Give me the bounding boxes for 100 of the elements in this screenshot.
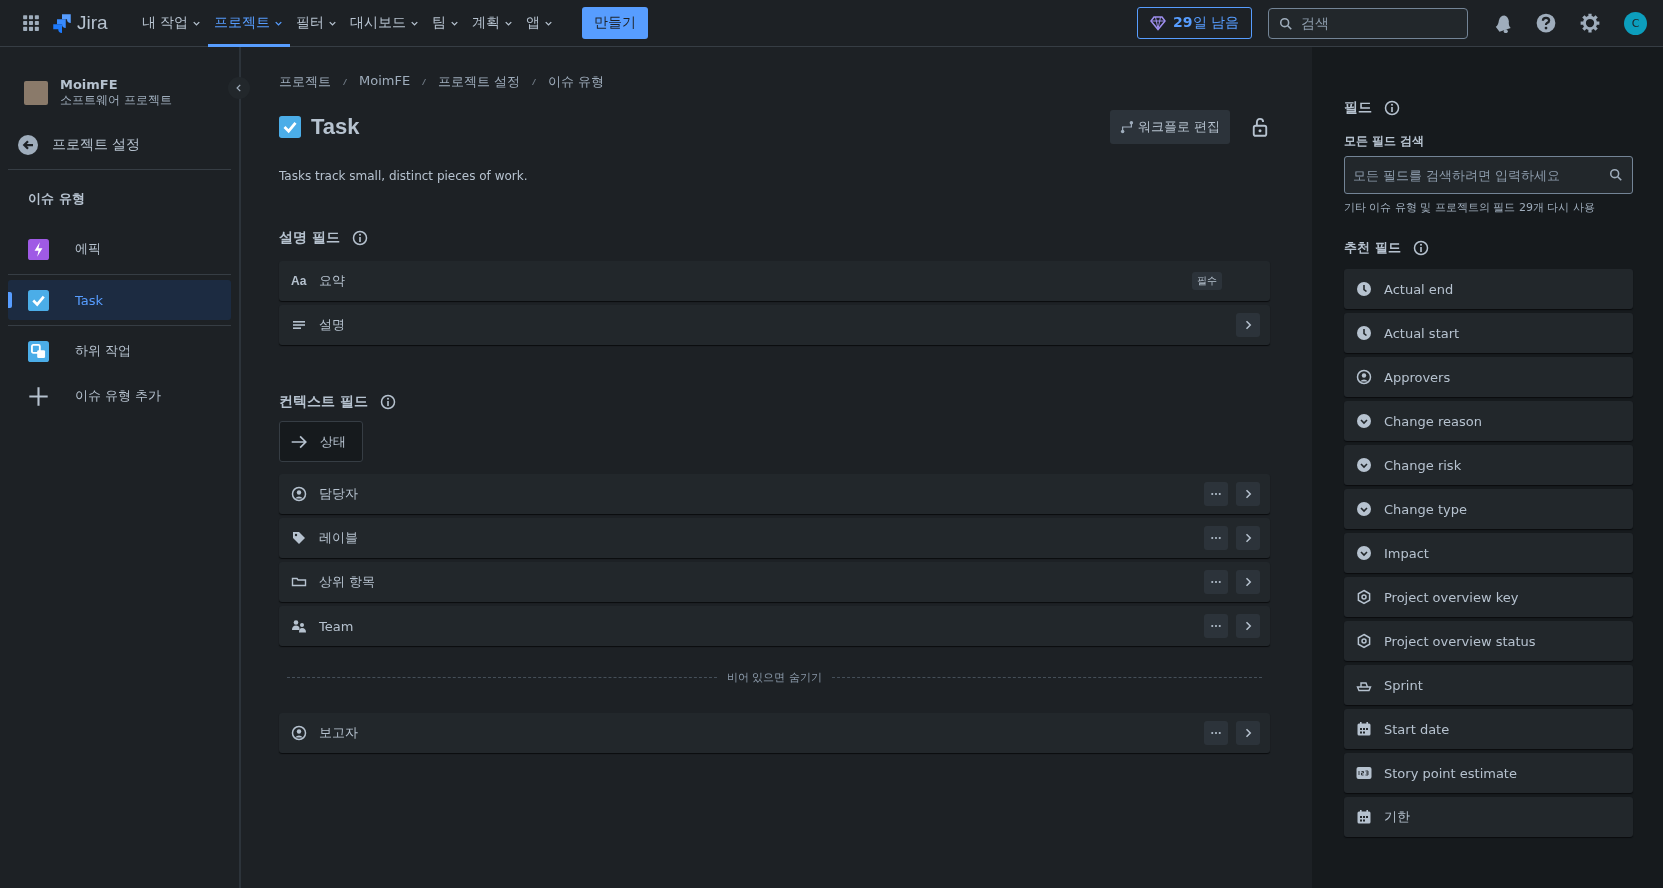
- nav-menu[interactable]: 내 작업: [135, 0, 209, 47]
- search-icon: [1609, 168, 1623, 182]
- suggested-field[interactable]: Start date: [1344, 709, 1633, 749]
- expand-button[interactable]: [1236, 570, 1260, 594]
- nav-menu[interactable]: 앱: [520, 0, 561, 47]
- project-name: MoimFE: [60, 77, 119, 92]
- suggested-field[interactable]: Actual end: [1344, 269, 1633, 309]
- section-heading: 추천 필드: [1344, 239, 1401, 257]
- field-search-input[interactable]: 모든 필드를 검색하려면 입력하세요: [1344, 156, 1633, 194]
- suggested-field[interactable]: Project overview status: [1344, 621, 1633, 661]
- status-chip[interactable]: 상태: [279, 421, 363, 462]
- nav-menu[interactable]: 프로젝트: [208, 0, 291, 47]
- project-type: 소프트웨어 프로젝트: [60, 92, 172, 109]
- page-title: Task: [311, 114, 360, 140]
- workflow-icon: [1119, 120, 1134, 134]
- suggested-field[interactable]: Change reason: [1344, 401, 1633, 441]
- info-icon[interactable]: [1412, 240, 1429, 256]
- chevron-left-icon: [234, 83, 244, 93]
- calendar-icon: [1356, 721, 1372, 737]
- suggested-field[interactable]: Approvers: [1344, 357, 1633, 397]
- jira-logo-icon: [52, 13, 72, 33]
- field-label: 설명: [319, 316, 345, 334]
- breadcrumb-link[interactable]: 이슈 유형: [548, 73, 605, 91]
- search-icon: [1279, 16, 1293, 31]
- breadcrumb-link[interactable]: 프로젝트: [279, 73, 331, 91]
- task-icon: [28, 289, 49, 311]
- suggested-field[interactable]: Story point estimate: [1344, 753, 1633, 793]
- field-row[interactable]: 설명: [279, 305, 1270, 345]
- field-label: Team: [319, 618, 354, 634]
- section-title: 이슈 유형: [27, 190, 86, 208]
- issue-type-item[interactable]: 하위 작업: [8, 331, 231, 371]
- field-row[interactable]: Aa 요약 필수: [279, 261, 1270, 301]
- field-row[interactable]: 레이블: [279, 518, 1270, 558]
- suggested-field[interactable]: 기한: [1344, 797, 1633, 837]
- suggested-field[interactable]: Impact: [1344, 533, 1633, 573]
- suggested-field[interactable]: Change risk: [1344, 445, 1633, 485]
- issue-type-item[interactable]: 이슈 유형 추가: [8, 376, 231, 416]
- expand-button[interactable]: [1236, 614, 1260, 638]
- edit-workflow-button[interactable]: 워크플로 편집: [1109, 110, 1230, 144]
- team-icon: [291, 618, 307, 634]
- settings-icon[interactable]: [1580, 13, 1600, 33]
- person-icon: [1356, 369, 1372, 385]
- collapse-button[interactable]: [228, 77, 250, 99]
- breadcrumb-link[interactable]: MoimFE: [359, 73, 411, 91]
- section-heading: 필드: [1344, 99, 1372, 117]
- field-row[interactable]: 상위 항목: [279, 562, 1270, 602]
- gem-icon: [1150, 15, 1167, 31]
- field-label: 보고자: [319, 724, 358, 742]
- expand-button[interactable]: [1236, 721, 1260, 745]
- expand-button[interactable]: [1236, 526, 1260, 550]
- breadcrumb-link[interactable]: 프로젝트 설정: [438, 73, 521, 91]
- nav-menu[interactable]: 계획: [466, 0, 521, 47]
- suggested-field[interactable]: Project overview key: [1344, 577, 1633, 617]
- field-row[interactable]: 보고자: [279, 713, 1270, 753]
- issue-type-item[interactable]: 에픽: [8, 229, 231, 269]
- help-text: 기타 이슈 유형 및 프로젝트의 필드 29개 다시 사용: [1344, 200, 1596, 215]
- info-icon[interactable]: [379, 394, 396, 410]
- field-label: 요약: [319, 272, 345, 290]
- trial-button[interactable]: 29일 남음: [1137, 7, 1252, 39]
- nav-menu[interactable]: 팀: [426, 0, 467, 47]
- section-heading: 컨텍스트 필드: [279, 393, 368, 411]
- required-badge: 필수: [1192, 272, 1222, 290]
- create-button[interactable]: 만들기: [582, 7, 649, 39]
- divider-label: 비어 있으면 숨기기: [727, 670, 822, 685]
- clock-icon: [1356, 325, 1372, 341]
- avatar[interactable]: C: [1624, 11, 1647, 35]
- search-label: 모든 필드 검색: [1344, 133, 1426, 150]
- app-grid-icon[interactable]: [22, 14, 40, 32]
- chevron-circle-icon: [1356, 501, 1372, 517]
- plus-icon: [28, 385, 49, 407]
- suggested-field[interactable]: Actual start: [1344, 313, 1633, 353]
- field-label: 상위 항목: [319, 573, 376, 591]
- back-link[interactable]: 프로젝트 설정: [8, 109, 231, 169]
- jira-logo[interactable]: Jira: [52, 12, 108, 34]
- description-text: Tasks track small, distinct pieces of work.: [279, 169, 529, 183]
- nav-menu[interactable]: 필터: [290, 0, 345, 47]
- task-icon: [279, 116, 301, 138]
- suggested-field[interactable]: Sprint: [1344, 665, 1633, 705]
- field-label: 레이블: [319, 529, 358, 547]
- number-field-icon: [1356, 765, 1372, 781]
- info-icon[interactable]: [1384, 100, 1400, 116]
- nav-menu[interactable]: 대시보드: [344, 0, 427, 47]
- suggested-field[interactable]: Change type: [1344, 489, 1633, 529]
- tag-icon: [291, 530, 307, 546]
- chevron-circle-icon: [1356, 545, 1372, 561]
- text-field-icon: Aa: [291, 274, 307, 288]
- unlock-icon[interactable]: [1250, 117, 1270, 137]
- issue-type-item[interactable]: Task: [8, 280, 231, 320]
- search-field[interactable]: 검색: [1268, 7, 1468, 39]
- project-avatar: [24, 81, 48, 105]
- hexagon-icon: [1356, 633, 1372, 649]
- chevron-circle-icon: [1356, 457, 1372, 473]
- help-icon[interactable]: [1536, 13, 1556, 33]
- chevron-circle-icon: [1356, 413, 1372, 429]
- field-row[interactable]: 담당자: [279, 474, 1270, 514]
- field-row[interactable]: Team: [279, 606, 1270, 646]
- expand-button[interactable]: [1236, 313, 1260, 337]
- info-icon[interactable]: [351, 230, 368, 246]
- expand-button[interactable]: [1236, 482, 1260, 506]
- section-heading: 설명 필드: [279, 229, 340, 247]
